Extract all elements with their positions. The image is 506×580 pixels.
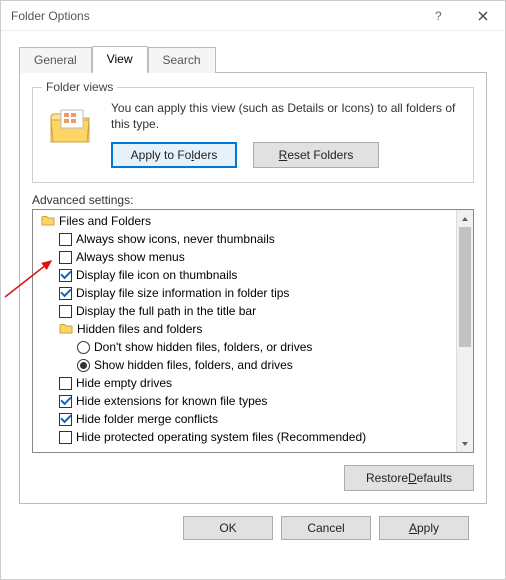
checkbox-icon	[59, 251, 72, 264]
folder-views-label: Folder views	[42, 80, 117, 94]
opt-hide-merge-conflicts[interactable]: Hide folder merge conflicts	[37, 410, 452, 428]
titlebar: Folder Options ?	[1, 1, 505, 31]
dialog-button-row: OK Cancel Apply	[19, 504, 487, 540]
checkbox-icon	[59, 287, 72, 300]
radio-icon	[77, 359, 90, 372]
opt-show-hidden[interactable]: Show hidden files, folders, and drives	[37, 356, 452, 374]
radio-icon	[77, 341, 90, 354]
advanced-settings-box: Files and Folders Always show icons, nev…	[32, 209, 474, 453]
scrollbar[interactable]	[456, 210, 473, 452]
ok-button[interactable]: OK	[183, 516, 273, 540]
apply-button[interactable]: Apply	[379, 516, 469, 540]
opt-full-path-titlebar[interactable]: Display the full path in the title bar	[37, 302, 452, 320]
window-title: Folder Options	[11, 9, 417, 23]
folder-views-desc: You can apply this view (such as Details…	[111, 100, 461, 132]
reset-folders-button[interactable]: Reset Folders	[253, 142, 379, 168]
opt-display-file-size-tips[interactable]: Display file size information in folder …	[37, 284, 452, 302]
checkbox-icon	[59, 269, 72, 282]
checkbox-icon	[59, 413, 72, 426]
scroll-thumb[interactable]	[459, 227, 471, 347]
folder-views-group: Folder views Yo	[32, 87, 474, 183]
tab-general[interactable]: General	[19, 47, 92, 73]
folder-options-window: Folder Options ? General View Search Fol…	[0, 0, 506, 580]
tree-group: Files and Folders	[37, 212, 452, 230]
restore-defaults-button[interactable]: Restore Defaults	[344, 465, 474, 491]
tree-group-label: Files and Folders	[59, 214, 151, 228]
opt-hide-empty-drives[interactable]: Hide empty drives	[37, 374, 452, 392]
tab-view[interactable]: View	[92, 46, 148, 73]
folder-icon	[41, 213, 55, 230]
opt-hide-extensions[interactable]: Hide extensions for known file types	[37, 392, 452, 410]
checkbox-icon	[59, 233, 72, 246]
tabs: General View Search	[19, 45, 487, 72]
tab-panel-view: Folder views Yo	[19, 72, 487, 504]
advanced-settings-label: Advanced settings:	[32, 193, 474, 207]
opt-always-show-menus[interactable]: Always show menus	[37, 248, 452, 266]
help-button[interactable]: ?	[417, 1, 461, 31]
checkbox-icon	[59, 431, 72, 444]
scroll-down-button[interactable]	[457, 435, 473, 452]
svg-text:?: ?	[435, 10, 442, 22]
folder-views-icon	[45, 100, 97, 152]
opt-always-show-icons[interactable]: Always show icons, never thumbnails	[37, 230, 452, 248]
tab-search[interactable]: Search	[148, 47, 216, 73]
scroll-track[interactable]	[457, 227, 473, 435]
opt-display-file-icon[interactable]: Display file icon on thumbnails	[37, 266, 452, 284]
checkbox-icon	[59, 395, 72, 408]
tree-group-hidden: Hidden files and folders	[37, 320, 452, 338]
scroll-up-button[interactable]	[457, 210, 473, 227]
cancel-button[interactable]: Cancel	[281, 516, 371, 540]
close-button[interactable]	[461, 1, 505, 31]
folder-icon	[59, 321, 73, 338]
opt-dont-show-hidden[interactable]: Don't show hidden files, folders, or dri…	[37, 338, 452, 356]
apply-to-folders-button[interactable]: Apply to Folders	[111, 142, 237, 168]
checkbox-icon	[59, 305, 72, 318]
tree-group-hidden-label: Hidden files and folders	[77, 322, 202, 336]
advanced-settings-list[interactable]: Files and Folders Always show icons, nev…	[33, 210, 456, 452]
checkbox-icon	[59, 377, 72, 390]
client-area: General View Search Folder views	[1, 31, 505, 579]
opt-hide-protected-os-files[interactable]: Hide protected operating system files (R…	[37, 428, 452, 446]
